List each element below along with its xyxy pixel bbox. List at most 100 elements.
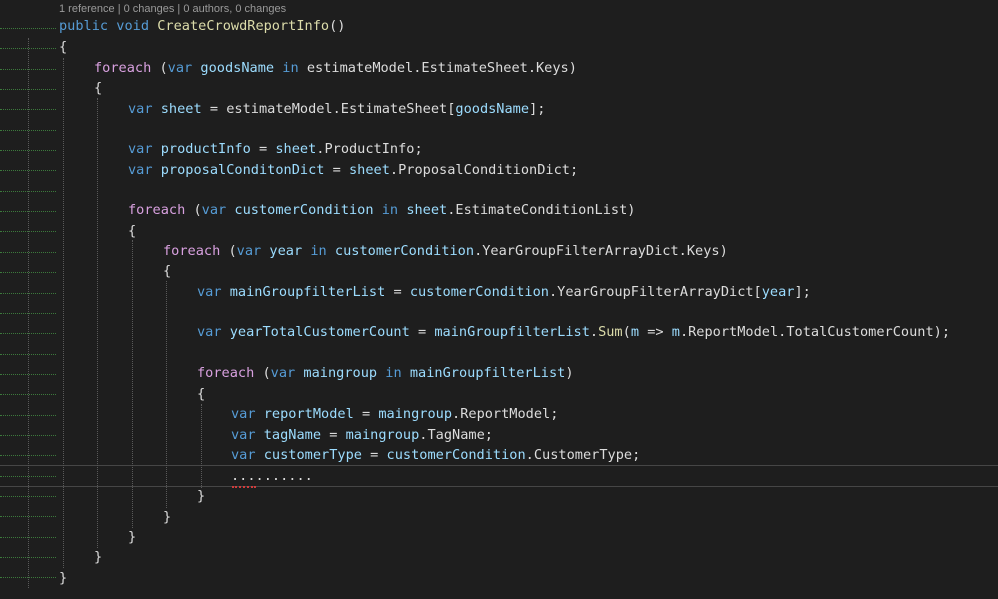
code-line-year-total[interactable]: var yearTotalCustomerCount = mainGroupfi… xyxy=(197,322,950,342)
keyword: foreach xyxy=(94,60,152,76)
code-line-brace[interactable]: { xyxy=(197,384,205,404)
code-line-brace[interactable]: { xyxy=(163,261,171,281)
variable: sheet xyxy=(160,101,202,117)
code-line-foreach-maingroup[interactable]: foreach (var maingroup in mainGroupfilte… xyxy=(197,363,574,383)
code-line-brace[interactable]: { xyxy=(128,221,136,241)
codelens-info[interactable]: 1 reference | 0 changes | 0 authors, 0 c… xyxy=(59,3,286,15)
code-line-brace[interactable]: { xyxy=(94,78,102,98)
code-editor[interactable]: 1 reference | 0 changes | 0 authors, 0 c… xyxy=(0,0,998,599)
operator: = xyxy=(370,447,379,463)
code-line-brace[interactable]: } xyxy=(59,568,67,588)
code-line-brace[interactable]: } xyxy=(128,527,136,547)
keyword: var xyxy=(231,447,256,463)
code-line-tag-name[interactable]: var tagName = maingroup.TagName; xyxy=(231,425,493,445)
variable: sheet xyxy=(406,202,448,218)
operator: = xyxy=(418,324,427,340)
code-line-customer-type[interactable]: var customerType = customerCondition.Cus… xyxy=(231,445,640,465)
keyword: in xyxy=(282,60,299,76)
punctuation: () xyxy=(329,18,346,34)
expression: .EstimateConditionList) xyxy=(447,202,636,218)
variable: mainGroupfilterList xyxy=(409,365,566,381)
variable: customerType xyxy=(263,447,362,463)
expression: .ReportModel; xyxy=(452,406,559,422)
variable: maingroup xyxy=(303,365,378,381)
operator: = xyxy=(332,162,341,178)
code-line-brace[interactable]: } xyxy=(94,547,102,567)
variable: sheet xyxy=(349,162,390,178)
variable: mainGroupfilterList xyxy=(229,284,386,300)
keyword: var xyxy=(197,284,222,300)
operator: = xyxy=(258,141,268,157)
variable: tagName xyxy=(263,427,322,443)
keyword: in xyxy=(310,243,327,259)
punctuation: ( xyxy=(262,365,271,381)
code-line-method-signature[interactable]: public void CreateCrowdReportInfo() xyxy=(59,16,345,36)
code-line-proposal-dict[interactable]: var proposalConditonDict = sheet.Proposa… xyxy=(128,160,578,180)
indent-guide xyxy=(201,404,202,488)
keyword: var xyxy=(231,406,256,422)
keyword: var xyxy=(231,427,256,443)
expression: .YearGroupFilterArrayDict[ xyxy=(548,284,762,300)
variable: m xyxy=(671,324,680,340)
method-name: Sum xyxy=(598,324,623,340)
punctuation: ( xyxy=(622,324,631,340)
keyword: var xyxy=(197,324,222,340)
keyword: public xyxy=(59,18,109,34)
expression: .CustomerType; xyxy=(525,447,641,463)
variable: maingroup xyxy=(345,427,420,443)
expression: .ProductInfo; xyxy=(316,141,423,157)
code-line-foreach-goods[interactable]: foreach (var goodsName in estimateModel.… xyxy=(94,58,577,78)
punctuation: ( xyxy=(228,243,237,259)
keyword: in xyxy=(385,365,402,381)
keyword: var xyxy=(128,141,153,157)
expression: .ProposalConditionDict; xyxy=(389,162,579,178)
code-line-foreach-year[interactable]: foreach (var year in customerCondition.Y… xyxy=(163,241,728,261)
keyword: var xyxy=(167,60,193,76)
keyword: in xyxy=(381,202,399,218)
indent-guide xyxy=(132,240,133,528)
variable: year xyxy=(269,243,303,259)
variable: reportModel xyxy=(263,406,354,422)
punctuation: ( xyxy=(159,60,168,76)
operator: => xyxy=(647,324,664,340)
keyword: var xyxy=(128,162,153,178)
code-line-main-group-list[interactable]: var mainGroupfilterList = customerCondit… xyxy=(197,282,811,302)
error-squiggle xyxy=(232,482,256,488)
indent-guide xyxy=(63,58,64,568)
keyword: var xyxy=(201,202,227,218)
operator: = xyxy=(329,427,338,443)
variable: goodsName xyxy=(455,101,530,117)
keyword: foreach xyxy=(197,365,255,381)
punctuation: ) xyxy=(565,365,574,381)
keyword: var xyxy=(236,243,262,259)
operator: = xyxy=(393,284,402,300)
keyword: foreach xyxy=(128,202,186,218)
code-line-sheet[interactable]: var sheet = estimateModel.EstimateSheet[… xyxy=(128,99,545,119)
expression: .TagName; xyxy=(419,427,493,443)
indent-guide xyxy=(166,281,167,508)
indent-guide xyxy=(28,38,29,588)
current-line-highlight xyxy=(0,465,998,487)
variable: yearTotalCustomerCount xyxy=(229,324,410,340)
variable: mainGroupfilterList xyxy=(434,324,590,340)
code-line-brace[interactable]: { xyxy=(59,37,67,57)
code-line-foreach-condition[interactable]: foreach (var customerCondition in sheet.… xyxy=(128,200,635,220)
code-line-product-info[interactable]: var productInfo = sheet.ProductInfo; xyxy=(128,139,423,159)
variable: customerCondition xyxy=(334,243,475,259)
variable: proposalConditonDict xyxy=(160,162,325,178)
variable: year xyxy=(761,284,795,300)
expression: estimateModel.EstimateSheet.Keys) xyxy=(306,60,577,76)
variable: productInfo xyxy=(160,141,251,157)
code-line-brace[interactable]: } xyxy=(163,507,171,527)
indent-guide xyxy=(97,98,98,548)
punctuation: ( xyxy=(193,202,202,218)
code-line-report-model[interactable]: var reportModel = maingroup.ReportModel; xyxy=(231,404,558,424)
variable: customerCondition xyxy=(234,202,374,218)
keyword: var xyxy=(270,365,296,381)
expression: = estimateModel.EstimateSheet[ xyxy=(209,101,456,117)
margin-marker xyxy=(0,14,56,29)
code-line-brace[interactable]: } xyxy=(197,486,205,506)
variable: sheet xyxy=(275,141,317,157)
variable: customerCondition xyxy=(386,447,526,463)
punctuation: ]; xyxy=(529,101,546,117)
